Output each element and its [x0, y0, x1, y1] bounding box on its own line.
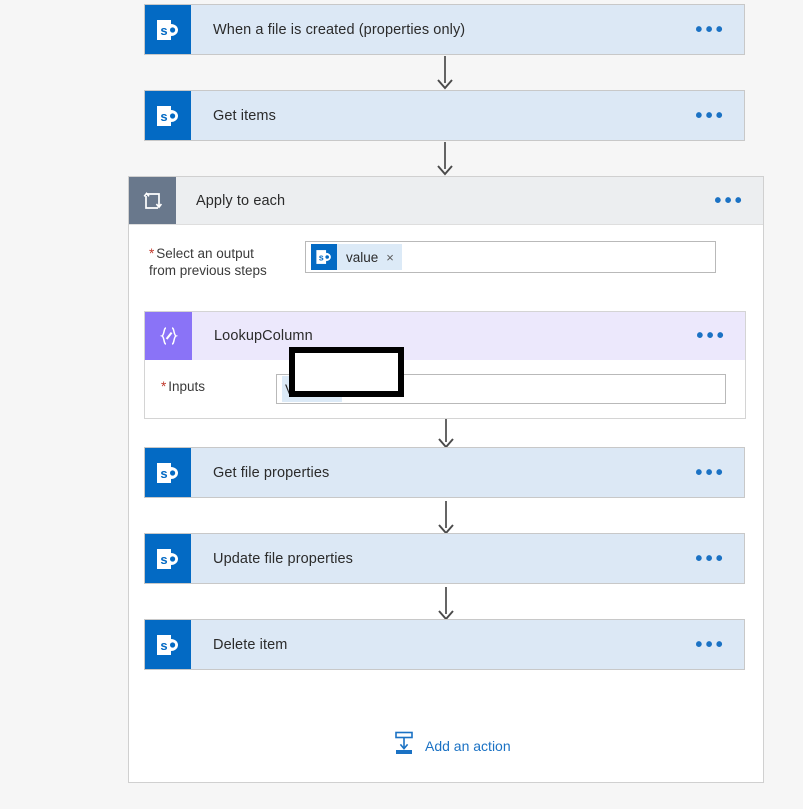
inputs-label-text: Inputs: [168, 379, 206, 394]
redaction-box: [289, 347, 404, 397]
svg-text:s: s: [160, 466, 167, 481]
sharepoint-icon: s: [145, 448, 191, 497]
sharepoint-icon: s: [145, 91, 191, 140]
compose-body: *Inputs Value ×: [145, 360, 745, 418]
token-value[interactable]: s value ×: [311, 244, 402, 270]
token-remove-icon[interactable]: ×: [386, 251, 394, 264]
svg-text:s: s: [319, 252, 324, 262]
scope-header[interactable]: Apply to each •••: [129, 177, 763, 225]
select-output-label: * Select an output from previous steps: [149, 241, 277, 279]
inputs-row: *Inputs Value ×: [161, 374, 741, 404]
action-card-lookupcolumn[interactable]: LookupColumn ••• *Inputs Value ×: [144, 311, 746, 419]
action-card-get-items[interactable]: s Get items •••: [144, 90, 745, 141]
token-label: value: [346, 249, 379, 265]
action-title: Delete item: [213, 636, 288, 653]
select-output-label-line1: Select an output: [156, 246, 254, 261]
svg-text:s: s: [160, 23, 167, 38]
sharepoint-icon: s: [145, 620, 191, 669]
inputs-label: * Inputs: [161, 374, 271, 395]
scope-title: Apply to each: [196, 192, 286, 209]
insert-step-icon: [393, 731, 415, 760]
trigger-menu-button[interactable]: •••: [695, 5, 744, 54]
svg-text:s: s: [160, 638, 167, 653]
compose-title: LookupColumn: [214, 328, 313, 344]
action-menu-button[interactable]: •••: [695, 448, 744, 497]
flow-designer-canvas: s When a file is created (properties onl…: [0, 0, 803, 809]
add-an-action-label: Add an action: [425, 737, 511, 754]
action-menu-button[interactable]: •••: [695, 534, 744, 583]
action-card-delete-item[interactable]: s Delete item •••: [144, 619, 745, 670]
loop-icon: [129, 177, 176, 224]
sharepoint-icon: s: [145, 534, 191, 583]
action-menu-button[interactable]: •••: [695, 620, 744, 669]
add-an-action-button[interactable]: Add an action: [393, 731, 511, 760]
scope-menu-button[interactable]: •••: [714, 177, 763, 224]
action-card-update-file-properties[interactable]: s Update file properties •••: [144, 533, 745, 584]
action-title: Get items: [213, 107, 276, 124]
trigger-card-when-a-file-is-created[interactable]: s When a file is created (properties onl…: [144, 4, 745, 55]
select-output-field[interactable]: s value ×: [305, 241, 716, 273]
action-title: Update file properties: [213, 550, 354, 567]
trigger-title: When a file is created (properties only): [213, 21, 466, 38]
svg-text:s: s: [160, 552, 167, 567]
compose-header[interactable]: LookupColumn •••: [145, 312, 745, 360]
sharepoint-icon: s: [145, 5, 191, 54]
compose-menu-button[interactable]: •••: [696, 312, 745, 360]
sharepoint-icon: s: [311, 244, 337, 270]
svg-text:s: s: [160, 109, 167, 124]
action-title: Get file properties: [213, 464, 330, 481]
select-output-label-line2: from previous steps: [149, 263, 267, 278]
action-card-get-file-properties[interactable]: s Get file properties •••: [144, 447, 745, 498]
select-output-row: * Select an output from previous steps s …: [149, 241, 749, 279]
compose-expression-icon: [145, 312, 192, 360]
action-menu-button[interactable]: •••: [695, 91, 744, 140]
